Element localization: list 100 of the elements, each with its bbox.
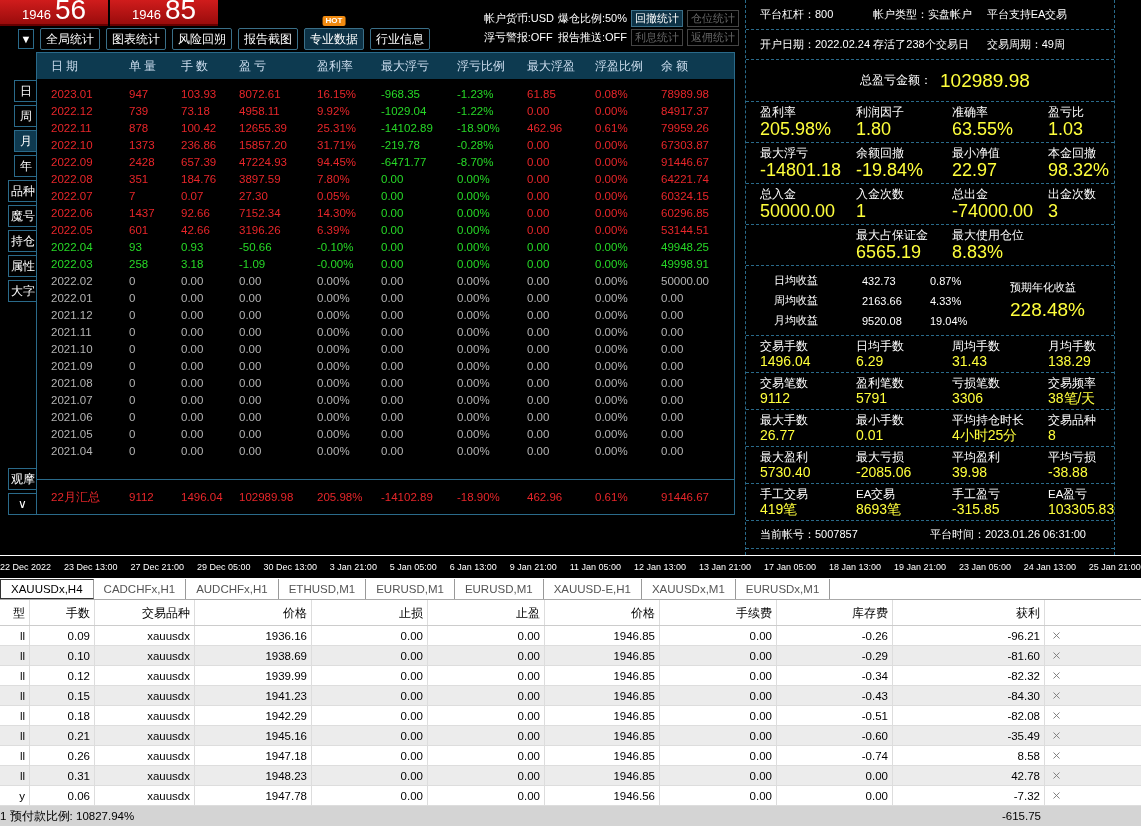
stat-value: 39.98	[952, 464, 989, 480]
table-cell-text: 2021.05	[50, 427, 94, 440]
period-tab[interactable]: 年	[14, 155, 36, 177]
summary-cell-text: 205.98%	[316, 491, 364, 503]
column-header: 日 期	[50, 57, 80, 75]
table-cell-text: 0.00	[526, 342, 551, 355]
table-cell-text: 7	[128, 189, 137, 202]
table-cell-text: 2021.10	[50, 342, 94, 355]
close-icon[interactable]	[1050, 630, 1062, 641]
table-cell-text: 0	[128, 291, 137, 304]
table-cell-text: 0.00%	[594, 342, 629, 355]
close-icon[interactable]	[1050, 770, 1062, 781]
table-cell: xauusdx	[95, 706, 195, 725]
table-cell: -81.60	[893, 646, 1045, 665]
toolbar-button[interactable]: 报告截图	[238, 28, 298, 50]
chart-tab[interactable]: XAUUSDx,H4	[0, 578, 94, 599]
close-icon[interactable]	[1050, 790, 1062, 801]
table-cell-text: 0.00%	[456, 359, 491, 372]
table-cell-text: 258	[128, 257, 150, 270]
price-digits: 56	[54, 0, 87, 24]
table-cell: 1946.85	[545, 666, 660, 685]
side-button[interactable]: 魔号	[8, 205, 36, 227]
table-cell-text: 1373	[128, 138, 156, 151]
expand-button[interactable]: ∨	[8, 493, 36, 515]
table-cell: 1946.85	[545, 746, 660, 765]
close-icon[interactable]	[1050, 690, 1062, 701]
period-tab[interactable]: 周	[14, 105, 36, 127]
price-quote[interactable]: 1946 85	[110, 0, 218, 26]
close-icon[interactable]	[1050, 670, 1062, 681]
table-cell-text: 0.00	[526, 291, 551, 304]
table-cell-text: 79959.26	[660, 121, 710, 134]
toolbar-button[interactable]: 图表统计	[106, 28, 166, 50]
watch-button[interactable]: 观摩	[8, 468, 36, 490]
margin-ratio: 1 预付款比例: 10827.94%	[0, 808, 136, 824]
toolbar-button[interactable]: 行业信息	[370, 28, 430, 50]
toolbar-button[interactable]: 全局统计	[40, 28, 100, 50]
stat-value: -2085.06	[856, 464, 913, 480]
table-cell: 1946.85	[545, 706, 660, 725]
table-cell-text: 0.00%	[594, 444, 629, 457]
stat-button[interactable]: 回撤统计	[631, 10, 683, 27]
side-button[interactable]: 品种	[8, 180, 36, 202]
table-cell-text: 0.00	[526, 240, 551, 253]
table-cell-text: 0.00	[380, 393, 405, 406]
stat-value: 31.43	[952, 353, 989, 369]
table-cell-text: 0.08%	[594, 87, 629, 100]
table-cell-text: 50000.00	[660, 274, 710, 287]
table-cell: 0.00	[777, 786, 893, 805]
table-cell: 1946.85	[545, 766, 660, 785]
close-icon[interactable]	[1050, 750, 1062, 761]
earning-percent: 0.87%	[930, 274, 963, 287]
column-header: 库存费	[777, 600, 893, 625]
table-cell: 0.00	[660, 706, 777, 725]
table-cell-text: 2023.01	[50, 87, 94, 100]
column-header: 盈 亏	[238, 57, 268, 75]
period-tab[interactable]: 月	[14, 130, 36, 152]
axis-label: 24 Jan 13:00	[1023, 562, 1076, 572]
table-cell-text: 0.00%	[456, 189, 491, 202]
period-tab[interactable]: 日	[14, 80, 36, 102]
close-icon[interactable]	[1050, 710, 1062, 721]
table-cell-text: 3196.26	[238, 223, 282, 236]
price-quote[interactable]: 1946 56	[0, 0, 108, 26]
summary-cell-text: -14102.89	[380, 491, 434, 503]
column-header: 手续费	[660, 600, 777, 625]
axis-label: 3 Jan 21:00	[329, 562, 377, 572]
table-cell: 1946.85	[545, 626, 660, 645]
table-cell-text: 0.00	[526, 359, 551, 372]
stat-label: 最大亏损	[856, 450, 905, 464]
footer-info: 当前帐号：5007857	[760, 527, 859, 542]
stat-value: -14801.18	[760, 160, 843, 180]
table-cell: xauusdx	[95, 686, 195, 705]
table-cell: -0.51	[777, 706, 893, 725]
table-cell-text: 0.00%	[594, 376, 629, 389]
axis-label: 13 Jan 21:00	[699, 562, 752, 572]
side-button[interactable]: 属性	[8, 255, 36, 277]
table-cell-text: 0.00	[238, 274, 263, 287]
table-cell: 1945.16	[195, 726, 312, 745]
table-cell-text: 0.00	[380, 240, 405, 253]
table-cell-text: 2021.11	[50, 325, 93, 338]
column-header: 单 量	[128, 57, 158, 75]
table-cell-text: 9.92%	[316, 104, 351, 117]
side-button[interactable]: 大字	[8, 280, 36, 302]
setting-text: 帐户货币:USD	[483, 11, 554, 26]
toolbar-button[interactable]: 风险回朔	[172, 28, 232, 50]
table-cell-text: 878	[128, 121, 150, 134]
close-icon[interactable]	[1050, 730, 1062, 741]
stat-value: 63.55%	[952, 119, 1015, 139]
earning-amount: 9520.08	[862, 314, 903, 327]
stat-value: 103305.83	[1048, 501, 1115, 517]
table-cell-text: 0.07	[180, 189, 205, 202]
account-info: 存活了238个交易日	[873, 37, 970, 52]
table-cell-text: 0.00	[526, 444, 551, 457]
table-cell-text: 0.00%	[594, 138, 629, 151]
side-button[interactable]: 持仓	[8, 230, 36, 252]
table-cell-text: 0.00%	[456, 274, 491, 287]
close-icon[interactable]	[1050, 650, 1062, 661]
dropdown-caret[interactable]: ▼	[18, 29, 34, 49]
table-cell-text: 2022.01	[50, 291, 94, 304]
table-cell-text: 4958.11	[238, 104, 281, 117]
stat-value: 8.83%	[952, 242, 1005, 262]
table-cell: ll	[0, 706, 30, 725]
